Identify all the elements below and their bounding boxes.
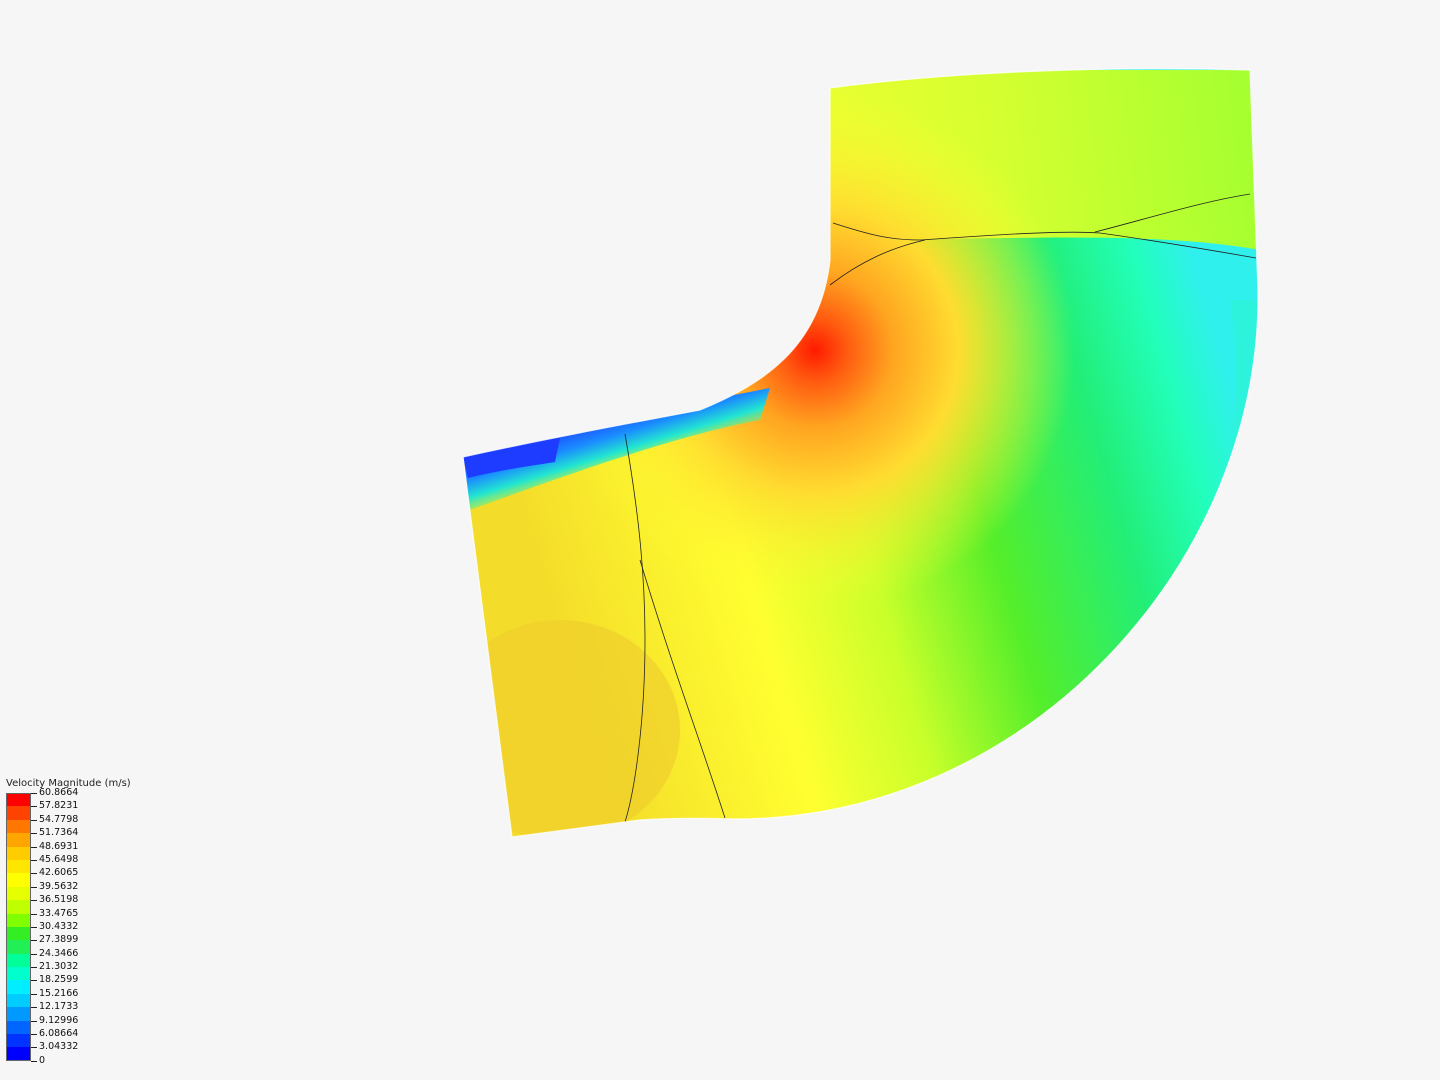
legend-tick-label: 9.12996	[39, 1014, 79, 1026]
legend-entry: 45.6498	[6, 854, 166, 874]
legend-tick	[31, 913, 37, 915]
legend-swatch	[6, 873, 31, 887]
legend-entry: 51.7364	[6, 828, 166, 847]
legend-tick	[31, 967, 37, 969]
legend-tick-label: 21.3032	[39, 961, 79, 973]
legend-entry: 18.2599	[6, 975, 166, 994]
legend-tick	[31, 1060, 37, 1062]
legend-swatch	[6, 806, 31, 820]
legend-entry: 30.4332	[6, 921, 166, 941]
legend-tick	[31, 793, 37, 794]
legend-tick-label: 30.4332	[39, 920, 79, 932]
legend-swatch	[6, 913, 31, 927]
contour-viewport[interactable]	[0, 0, 1440, 1080]
legend-swatch	[6, 1007, 31, 1021]
legend-tick	[31, 873, 37, 875]
legend-swatch	[6, 953, 31, 968]
legend-tick-label: 45.6498	[39, 853, 79, 865]
legend-swatch	[6, 1020, 31, 1035]
legend-tick-label: 18.2599	[39, 974, 79, 986]
legend-entry: 48.6931	[6, 841, 166, 860]
legend-tick-label: 12.1733	[39, 1001, 79, 1013]
legend-entry: 27.3899	[6, 935, 166, 954]
legend-entry: 12.1733	[6, 1002, 166, 1021]
legend-tick	[31, 940, 37, 942]
legend-tick-label: 57.8231	[39, 800, 79, 812]
legend-tick-label: 15.2166	[39, 987, 79, 999]
legend-tick	[31, 806, 37, 808]
legend-tick	[31, 953, 37, 955]
legend-tick-label: 60.8664	[39, 787, 79, 798]
legend-entry: 39.5632	[6, 881, 166, 901]
legend-swatch	[6, 993, 31, 1008]
legend-swatch	[6, 940, 31, 954]
legend-tick-label: 0	[39, 1054, 46, 1066]
legend-tick-label: 24.3466	[39, 947, 79, 959]
legend-tick	[31, 1047, 37, 1049]
legend-swatch	[6, 886, 31, 901]
legend-tick-label: 6.08664	[39, 1028, 79, 1040]
legend-entry: 60.8664	[6, 788, 166, 807]
legend-tick	[31, 819, 37, 821]
legend-tick	[31, 846, 37, 848]
legend-swatch	[6, 900, 31, 914]
legend-tick-label: 48.6931	[39, 840, 79, 852]
legend-entry: 57.8231	[6, 801, 166, 820]
legend-tick-label: 39.5632	[39, 880, 79, 892]
legend-entry: 42.6065	[6, 868, 166, 887]
legend-swatch	[6, 859, 31, 874]
legend-tick	[31, 1007, 37, 1009]
legend-tick	[31, 1034, 37, 1036]
legend-swatch	[6, 833, 31, 847]
color-legend: Velocity Magnitude (m/s) 60.8664 57.8231 5…	[6, 778, 166, 1074]
legend-entry: 3.04332	[6, 1042, 166, 1061]
legend-swatch	[6, 846, 31, 860]
legend-entry: 54.7798	[6, 814, 166, 834]
legend-tick-label: 27.3899	[39, 934, 79, 946]
legend-entry: 24.3466	[6, 948, 166, 968]
legend-swatch	[6, 793, 31, 807]
legend-tick-label: 54.7798	[39, 813, 79, 825]
legend-swatch	[6, 967, 31, 981]
legend-scale: 60.8664 57.8231 54.7798 51.7364 48.6931 45.64…	[6, 788, 166, 1074]
legend-entry: 9.12996	[6, 1015, 166, 1035]
legend-tick-label: 3.04332	[39, 1041, 79, 1053]
legend-swatch	[6, 1034, 31, 1048]
velocity-contour-field	[463, 68, 1259, 838]
legend-entry: 15.2166	[6, 988, 166, 1008]
legend-swatch	[6, 819, 31, 834]
legend-swatch	[6, 1047, 31, 1061]
legend-tick	[31, 926, 37, 928]
legend-swatch	[6, 926, 31, 941]
legend-title: Velocity Magnitude (m/s)	[6, 778, 131, 789]
legend-entry: 21.3032	[6, 962, 166, 981]
legend-swatch	[6, 980, 31, 994]
legend-tick-label: 33.4765	[39, 907, 79, 919]
legend-tick	[31, 993, 37, 995]
legend-entry: 6.08664	[6, 1029, 166, 1048]
legend-tick	[31, 859, 37, 861]
legend-tick	[31, 900, 37, 902]
legend-tick	[31, 833, 37, 835]
legend-tick-label: 42.6065	[39, 867, 79, 879]
legend-tick	[31, 980, 37, 982]
legend-tick-label: 36.5198	[39, 894, 79, 906]
legend-tick	[31, 886, 37, 888]
legend-entry: 33.4765	[6, 908, 166, 927]
legend-tick-label: 51.7364	[39, 827, 79, 839]
legend-tick	[31, 1020, 37, 1022]
legend-entry: 36.5198	[6, 895, 166, 914]
legend-entry: 0	[6, 1055, 166, 1074]
